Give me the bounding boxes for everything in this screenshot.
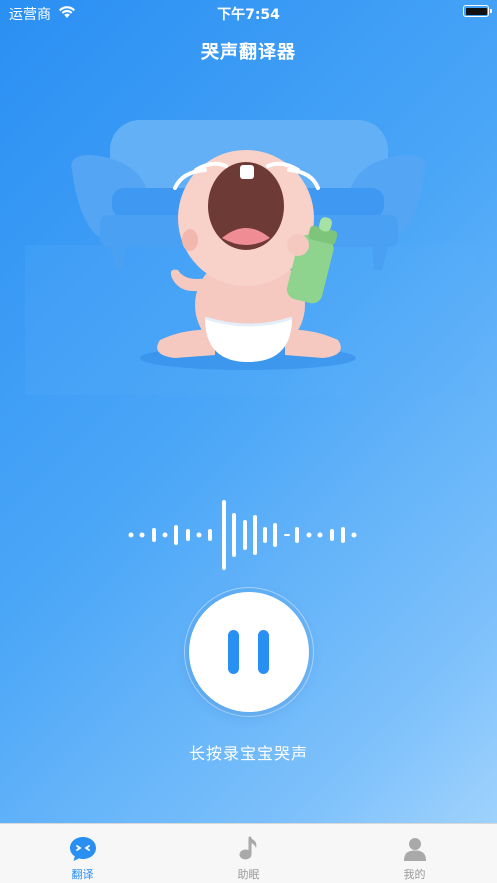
- battery-icon: [463, 5, 492, 17]
- tab-bar: 翻译 助眠 我的: [0, 823, 497, 883]
- audio-waveform: [128, 500, 357, 570]
- tab-profile[interactable]: 我的: [332, 824, 497, 883]
- chat-translate-icon: [70, 837, 96, 861]
- music-note-icon: [239, 836, 257, 860]
- tab-sleep[interactable]: 助眠: [166, 824, 331, 883]
- tab-sleep-label: 助眠: [237, 868, 260, 881]
- pause-icon-bar: [258, 630, 269, 674]
- record-pause-button[interactable]: [189, 592, 309, 712]
- page-title: 哭声翻译器: [201, 42, 296, 63]
- status-time: 下午7:54: [217, 7, 280, 23]
- person-icon: [404, 838, 426, 861]
- pause-icon: [228, 630, 239, 674]
- tab-profile-label: 我的: [403, 868, 426, 881]
- crying-baby-illustration: [25, 120, 475, 395]
- status-bar: 运营商 下午7:54: [0, 0, 497, 26]
- record-hint: 长按录宝宝哭声: [188, 744, 308, 763]
- tab-translate[interactable]: 翻译: [0, 824, 165, 883]
- tab-translate-label: 翻译: [71, 868, 94, 881]
